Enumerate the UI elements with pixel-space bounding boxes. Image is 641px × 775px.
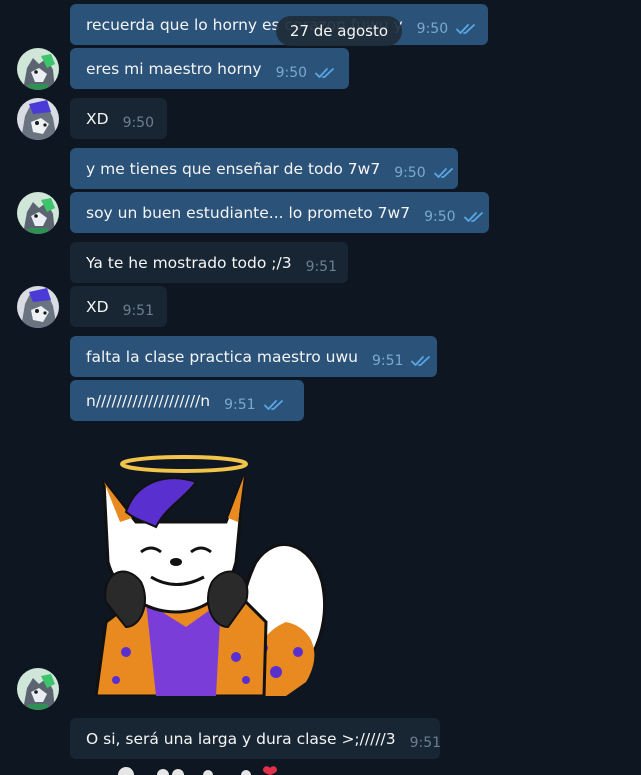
message-time: 9:50 bbox=[122, 114, 155, 131]
message-time: 9:51 bbox=[224, 396, 256, 413]
emoji-icon[interactable] bbox=[118, 767, 134, 775]
avatar[interactable] bbox=[17, 98, 59, 140]
emoji-icon[interactable] bbox=[157, 769, 169, 775]
heart-icon[interactable] bbox=[263, 766, 277, 775]
date-badge: 27 de agosto bbox=[276, 16, 402, 46]
emoji-icon[interactable] bbox=[172, 769, 184, 775]
wolf-avatar-icon bbox=[17, 192, 59, 234]
message-bubble[interactable]: Ya te he mostrado todo ;/3 9:51 bbox=[70, 242, 348, 283]
avatar[interactable] bbox=[17, 48, 59, 90]
avatar[interactable] bbox=[17, 192, 59, 234]
message-time: 9:51 bbox=[305, 258, 338, 275]
double-check-icon bbox=[315, 67, 334, 78]
wolf-avatar-icon bbox=[17, 48, 59, 90]
double-check-icon bbox=[463, 211, 483, 222]
message-time: 9:50 bbox=[394, 164, 426, 181]
emoji-icon[interactable] bbox=[241, 770, 251, 775]
message-time: 9:51 bbox=[409, 734, 440, 751]
double-check-icon bbox=[433, 167, 453, 178]
message-bubble[interactable]: n////////////////////n 9:51 bbox=[70, 380, 304, 421]
wolf-avatar-icon bbox=[17, 98, 59, 140]
wolf-avatar-icon bbox=[17, 286, 59, 328]
message-time: 9:51 bbox=[122, 302, 155, 319]
message-time: 9:50 bbox=[275, 64, 308, 81]
message-bubble[interactable]: XD 9:51 bbox=[70, 286, 167, 327]
message-bubble[interactable]: falta la clase practica maestro uwu 9:51 bbox=[70, 336, 437, 377]
message-bubble[interactable]: O si, será una larga y dura clase >;////… bbox=[70, 718, 440, 759]
double-check-icon bbox=[263, 399, 283, 410]
emoji-icon[interactable] bbox=[203, 770, 213, 775]
reaction-bar[interactable] bbox=[108, 764, 288, 775]
message-text: O si, será una larga y dura clase >;////… bbox=[86, 729, 396, 748]
message-text: soy un buen estudiante... lo prometo 7w7 bbox=[86, 203, 411, 222]
message-time: 9:51 bbox=[371, 352, 404, 369]
avatar[interactable] bbox=[17, 286, 59, 328]
message-bubble[interactable]: XD 9:50 bbox=[70, 98, 167, 139]
message-time: 9:50 bbox=[416, 20, 449, 37]
double-check-icon bbox=[411, 355, 431, 366]
avatar[interactable] bbox=[17, 668, 59, 710]
chat-area: recuerda que lo horny es corazon fuwu y … bbox=[0, 0, 641, 775]
message-text: XD bbox=[86, 297, 109, 316]
message-text: eres mi maestro horny bbox=[86, 59, 262, 78]
message-text: Ya te he mostrado todo ;/3 bbox=[86, 253, 292, 272]
message-time: 9:50 bbox=[424, 208, 456, 225]
message-text: falta la clase practica maestro uwu bbox=[86, 347, 358, 366]
message-text: n////////////////////n bbox=[86, 391, 211, 410]
message-text: y me tienes que enseñar de todo 7w7 bbox=[86, 159, 381, 178]
angel-fox-sticker-icon bbox=[94, 455, 326, 698]
double-check-icon bbox=[456, 23, 476, 34]
message-bubble[interactable]: y me tienes que enseñar de todo 7w7 9:50 bbox=[70, 148, 458, 189]
wolf-avatar-icon bbox=[17, 668, 59, 710]
message-text: XD bbox=[86, 109, 109, 128]
message-bubble[interactable]: soy un buen estudiante... lo prometo 7w7… bbox=[70, 192, 489, 233]
message-bubble[interactable]: eres mi maestro horny 9:50 bbox=[70, 48, 349, 89]
sticker-message[interactable] bbox=[86, 452, 332, 698]
